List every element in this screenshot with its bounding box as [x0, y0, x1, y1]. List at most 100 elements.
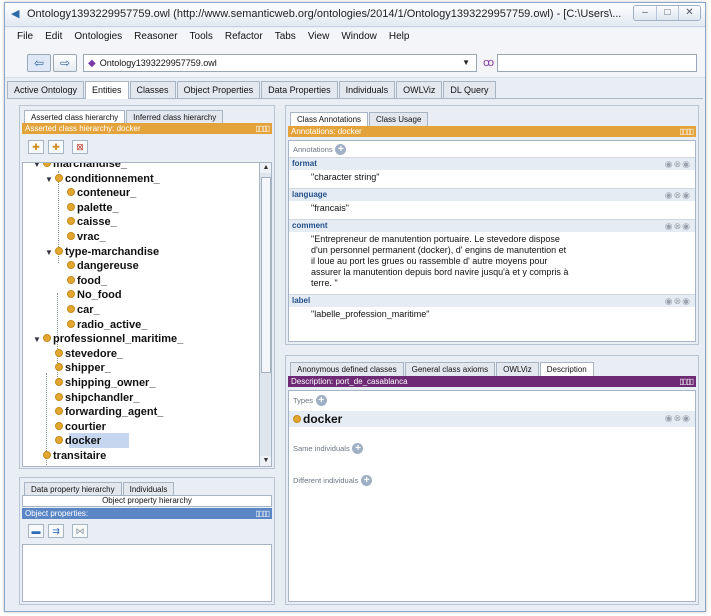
tree-node-palette[interactable]: palette_ — [57, 201, 119, 215]
tab-individuals-list[interactable]: Individuals — [122, 482, 175, 496]
tree-node-transitaire[interactable]: transitaire — [33, 449, 106, 463]
tree-node-docker[interactable]: docker — [45, 434, 101, 448]
menu-window[interactable]: Window — [335, 28, 383, 46]
annotation-value-line: assurer la manutention depuis bord navir… — [311, 267, 569, 277]
back-button[interactable]: ⇦ — [27, 54, 51, 72]
tab-data-properties[interactable]: Data Properties — [261, 81, 338, 98]
view-controls-icon[interactable]: ▯▯▯▯ — [679, 126, 694, 137]
tree-node-caisse[interactable]: caisse_ — [57, 215, 117, 229]
add-sub-property-icon[interactable]: ▬ — [28, 524, 44, 538]
tree-node-vrac[interactable]: vrac_ — [57, 230, 106, 244]
class-icon — [43, 334, 51, 343]
tree-node-car[interactable]: car_ — [57, 303, 100, 317]
row-controls-icon[interactable]: ◉⊗◉ — [665, 296, 691, 307]
scroll-up-icon[interactable]: ▲ — [260, 163, 271, 173]
expand-toggle-icon[interactable]: ▼ — [33, 333, 42, 347]
tree-node-conditionnement[interactable]: ▼ conditionnement_ — [45, 172, 160, 187]
tab-entities[interactable]: Entities — [85, 81, 129, 99]
scroll-thumb[interactable] — [261, 177, 271, 373]
tree-node-radio-active[interactable]: radio_active_ — [57, 318, 147, 332]
tab-active-ontology[interactable]: Active Ontology — [7, 81, 85, 98]
menu-ontologies[interactable]: Ontologies — [68, 28, 128, 46]
tree-node-no-food[interactable]: No_food — [57, 288, 122, 302]
expand-toggle-icon[interactable]: ▼ — [33, 163, 42, 172]
tab-anonymous-defined-classes[interactable]: Anonymous defined classes — [290, 362, 404, 376]
row-controls-icon[interactable]: ◉⊗◉ — [665, 159, 691, 170]
tab-individuals[interactable]: Individuals — [338, 81, 396, 98]
class-icon — [55, 246, 63, 255]
tree-node-courtier[interactable]: courtier — [45, 420, 106, 434]
add-subclass-icon[interactable]: ✚ — [28, 140, 44, 154]
tab-description[interactable]: Description — [539, 362, 594, 376]
tab-asserted-hierarchy[interactable]: Asserted class hierarchy — [24, 110, 126, 124]
tab-object-properties[interactable]: Object Properties — [176, 81, 261, 98]
tree-node-conteneur[interactable]: conteneur_ — [57, 186, 136, 200]
expand-toggle-icon[interactable]: ▼ — [45, 246, 54, 260]
menu-tools[interactable]: Tools — [184, 28, 219, 46]
class-icon — [67, 261, 75, 270]
menu-refactor[interactable]: Refactor — [219, 28, 269, 46]
tab-data-property-hierarchy[interactable]: Data property hierarchy — [24, 482, 122, 496]
scroll-down-icon[interactable]: ▼ — [260, 456, 271, 466]
tree-node-forwarding-agent[interactable]: forwarding_agent_ — [45, 405, 163, 419]
expand-toggle-icon[interactable]: ▼ — [45, 173, 54, 187]
tab-dl-query[interactable]: DL Query — [443, 81, 496, 98]
tab-class-usage[interactable]: Class Usage — [369, 112, 429, 126]
menu-view[interactable]: View — [302, 28, 336, 46]
search-input[interactable] — [497, 54, 697, 72]
annotation-format[interactable]: format ◉⊗◉ "character string" — [289, 157, 695, 186]
tree-node-shipchandler[interactable]: shipchandler_ — [45, 391, 140, 405]
tree-node-dangereuse[interactable]: dangereuse — [57, 259, 139, 273]
tab-inferred-hierarchy[interactable]: Inferred class hierarchy — [126, 110, 224, 124]
add-annotation-icon[interactable]: + — [335, 144, 347, 155]
delete-class-icon[interactable]: ⊠ — [72, 140, 88, 154]
type-row[interactable]: docker ◉⊗◉ — [289, 411, 695, 427]
ontology-select[interactable]: ◆ Ontology1393229957759.owl ▼ — [83, 54, 477, 72]
annotation-label[interactable]: label ◉⊗◉ "labelle_profession_maritime" — [289, 294, 695, 323]
tree-node-stevedore[interactable]: stevedore_ — [45, 347, 123, 361]
class-icon — [67, 188, 75, 197]
tree-node-shipper[interactable]: shipper_ — [45, 361, 111, 375]
tree-node-food[interactable]: food_ — [57, 274, 107, 288]
tree-node-type-marchandise[interactable]: ▼ type-marchandise — [45, 245, 159, 260]
annotation-comment[interactable]: comment ◉⊗◉ "Entrepreneur de manutention p… — [289, 219, 695, 292]
add-different-individual-icon[interactable]: + — [361, 475, 373, 486]
tree-node-marchandise[interactable]: ▼ marchandise_ — [33, 163, 127, 172]
tree-node-professionnel-maritime[interactable]: ▼ professionnel_maritime_ — [33, 332, 183, 347]
minimize-icon[interactable]: – — [634, 6, 656, 20]
menu-reasoner[interactable]: Reasoner — [128, 28, 183, 46]
row-controls-icon[interactable]: ◉⊗◉ — [665, 221, 691, 232]
maximize-icon[interactable]: □ — [656, 6, 678, 20]
view-controls-icon[interactable]: ▯▯▯▯ — [679, 376, 694, 387]
tree-scrollbar[interactable]: ▲ ▼ — [259, 163, 271, 466]
close-icon[interactable]: ✕ — [678, 6, 700, 20]
row-controls-icon[interactable]: ◉⊗◉ — [665, 190, 691, 201]
tab-owlviz[interactable]: OWLViz — [396, 81, 443, 98]
menu-edit[interactable]: Edit — [39, 28, 68, 46]
row-controls-icon[interactable]: ◉⊗◉ — [665, 413, 691, 424]
annotation-language[interactable]: language ◉⊗◉ "francais" — [289, 188, 695, 217]
add-sibling-icon[interactable]: ✚ — [48, 140, 64, 154]
class-icon — [43, 163, 51, 167]
view-controls-icon[interactable]: ▯▯▯▯ — [255, 508, 270, 519]
description-list: Types + docker ◉⊗◉ Same individuals + Di… — [288, 390, 696, 602]
class-icon — [55, 436, 63, 445]
menu-help[interactable]: Help — [383, 28, 416, 46]
forward-button[interactable]: ⇨ — [53, 54, 77, 72]
toolbar: ⇦ ⇨ ◆ Ontology1393229957759.owl ▼ ꝏ — [5, 46, 705, 78]
tab-class-annotations[interactable]: Class Annotations — [290, 112, 369, 126]
add-type-icon[interactable]: + — [315, 395, 327, 406]
view-controls-icon[interactable]: ▯▯▯▯ — [255, 123, 270, 134]
add-sibling-property-icon[interactable]: ⇉ — [48, 524, 64, 538]
tree-node-label: conteneur_ — [77, 187, 137, 200]
menu-file[interactable]: File — [11, 28, 39, 46]
tree-node-shipping-owner[interactable]: shipping_owner_ — [45, 376, 155, 390]
tab-owlviz-small[interactable]: OWLViz — [496, 362, 539, 376]
menu-tabs[interactable]: Tabs — [269, 28, 302, 46]
tab-classes[interactable]: Classes — [129, 81, 176, 98]
add-same-individual-icon[interactable]: + — [352, 443, 364, 454]
tab-general-class-axioms[interactable]: General class axioms — [404, 362, 496, 376]
object-property-hierarchy-tab[interactable]: Object property hierarchy — [22, 495, 272, 507]
delete-property-icon[interactable]: ⋈ — [72, 524, 88, 538]
tree-node-label: shipper_ — [65, 362, 111, 375]
